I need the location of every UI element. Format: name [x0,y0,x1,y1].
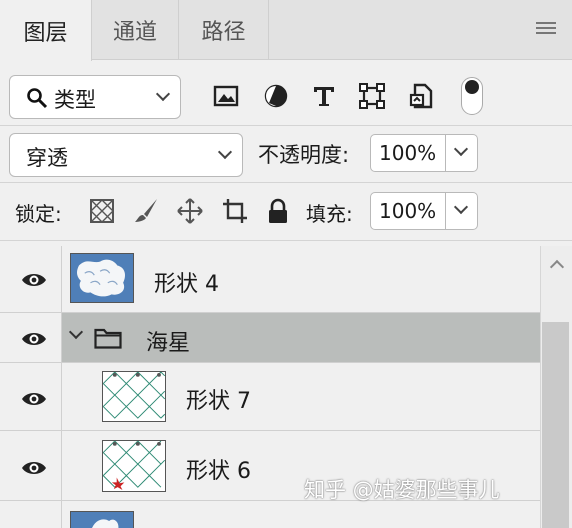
visibility-column[interactable] [0,501,62,528]
layer-thumbnail [70,511,134,528]
divider [0,240,572,241]
scroll-thumb[interactable] [542,322,569,528]
panel-tab-bar: 图层 通道 路径 [0,0,572,61]
opacity-label: 不透明度: [258,143,350,167]
layer-name[interactable]: 形状 7 [186,383,251,415]
layer-group-row[interactable]: 海星 [0,313,540,363]
fill-dropdown[interactable] [446,193,477,229]
visibility-column[interactable] [0,431,62,500]
filter-kind-label: 类型 [54,88,96,112]
opacity-dropdown[interactable] [446,135,477,171]
scroll-up-icon[interactable] [549,259,565,275]
opacity-field[interactable]: 100% [370,134,478,172]
lock-all-icon[interactable] [264,197,292,225]
lock-label: 锁定: [15,202,62,226]
visibility-column[interactable] [0,313,62,362]
tab-layers[interactable]: 图层 [0,0,92,61]
panel-menu-icon[interactable] [536,22,556,36]
smart-object-filter-icon[interactable] [408,82,436,110]
expand-chevron-icon[interactable] [68,324,84,340]
tab-paths[interactable]: 路径 [179,0,269,60]
eye-icon[interactable] [21,391,47,407]
image-filter-icon[interactable] [212,82,240,110]
layer-thumbnail [102,371,166,422]
eye-icon[interactable] [21,460,47,476]
lock-transparent-pixels-icon[interactable] [88,197,116,225]
fill-value[interactable]: 100% [371,193,447,229]
lock-artboard-icon[interactable] [221,197,249,225]
filter-toggle[interactable] [461,77,483,115]
fill-label: 填充: [306,202,353,226]
layer-name[interactable]: 形状 6 [186,453,251,485]
divider [0,182,572,183]
type-filter-icon[interactable] [310,82,338,110]
lock-image-pixels-icon[interactable] [132,197,160,225]
chevron-down-icon [155,86,171,102]
eye-icon[interactable] [21,331,47,347]
eye-icon[interactable] [21,272,47,288]
layer-row[interactable]: 形状 7 [0,363,540,431]
search-icon [27,88,48,109]
layer-name[interactable]: 形状 4 [154,266,219,298]
fill-field[interactable]: 100% [370,192,478,230]
visibility-column[interactable] [0,363,62,430]
opacity-value[interactable]: 100% [371,135,447,171]
blend-mode-select[interactable]: 穿透 [9,133,243,177]
layer-thumbnail [70,253,134,303]
layer-list-scrollbar[interactable] [540,246,572,528]
watermark: 知乎 @姑婆那些事儿 [304,478,500,502]
lock-position-icon[interactable] [176,197,204,225]
layer-row[interactable]: 形状 4 [0,246,540,313]
visibility-column[interactable] [0,246,62,312]
layer-thumbnail [102,440,166,492]
blend-mode-label: 穿透 [26,146,68,170]
divider [0,125,572,126]
layer-row[interactable] [0,501,540,528]
chevron-down-icon [454,141,469,157]
tab-channels[interactable]: 通道 [92,0,179,60]
shape-filter-icon[interactable] [358,82,386,110]
layer-filter-kind-select[interactable]: 类型 [9,75,181,119]
chevron-down-icon [454,199,469,215]
layer-name[interactable]: 海星 [146,325,190,357]
folder-icon [94,328,122,349]
chevron-down-icon [217,144,233,160]
adjustment-filter-icon[interactable] [262,82,290,110]
